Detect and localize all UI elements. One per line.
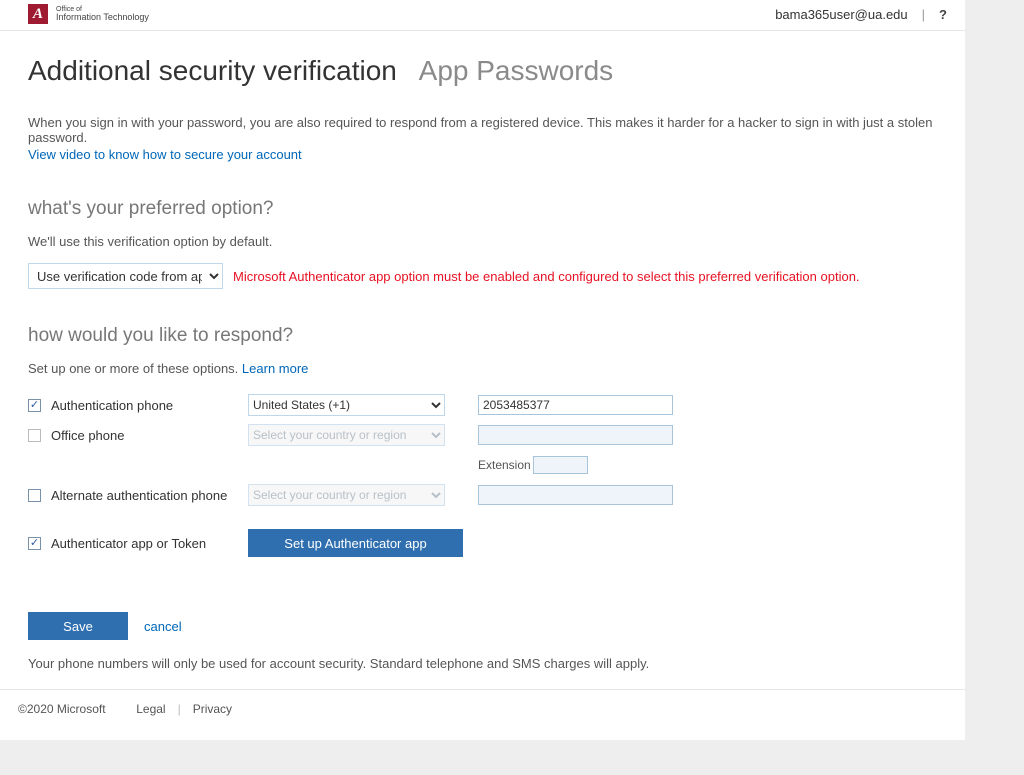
app-token-checkbox[interactable]: ✓ [28,537,41,550]
brand-line2: Information Technology [56,13,149,22]
footer-separator: | [178,702,181,716]
alt-phone-label: Alternate authentication phone [51,488,227,503]
app-token-row: ✓ Authenticator app or Token Set up Auth… [28,528,937,558]
alt-phone-input[interactable] [478,485,673,505]
app-token-check-col: ✓ Authenticator app or Token [28,536,248,551]
alt-phone-check-col: Alternate authentication phone [28,488,248,503]
office-phone-country-col: Select your country or region [248,424,478,446]
auth-phone-country-select[interactable]: United States (+1) [248,394,445,416]
auth-phone-check-col: ✓ Authentication phone [28,398,248,413]
alt-phone-row: Alternate authentication phone Select yo… [28,480,937,510]
respond-desc-prefix: Set up one or more of these options. [28,361,242,376]
title-sub[interactable]: App Passwords [419,55,614,86]
footer: ©2020 Microsoft Legal | Privacy [0,689,965,740]
page-title: Additional security verification App Pas… [28,55,937,87]
preferred-error: Microsoft Authenticator app option must … [233,269,860,284]
footer-copyright: ©2020 Microsoft [18,702,106,716]
preferred-option-select[interactable]: Use verification code from app or token [28,263,223,289]
app-token-btn-col: Set up Authenticator app [248,529,468,557]
auth-phone-label: Authentication phone [51,398,173,413]
save-row: Save cancel [28,612,937,640]
alt-phone-checkbox[interactable] [28,489,41,502]
intro-video-link[interactable]: View video to know how to secure your ac… [28,147,302,162]
office-phone-input [478,425,673,445]
footer-privacy-link[interactable]: Privacy [193,702,232,716]
auth-phone-country-col: United States (+1) [248,394,478,416]
office-phone-row: Office phone Select your country or regi… [28,420,937,450]
extension-row: Extension [28,456,937,474]
footnote: Your phone numbers will only be used for… [28,656,937,671]
extension-input [533,456,588,474]
cancel-link[interactable]: cancel [144,619,182,634]
auth-phone-checkbox[interactable]: ✓ [28,399,41,412]
auth-phone-row: ✓ Authentication phone United States (+1… [28,390,937,420]
alt-phone-country-col: Select your country or region [248,484,478,506]
alt-phone-country-select: Select your country or region [248,484,445,506]
topbar: A Office of Information Technology bama3… [0,0,965,31]
app-token-label: Authenticator app or Token [51,536,206,551]
content: Additional security verification App Pas… [0,31,965,689]
preferred-row: Use verification code from app or token … [28,263,937,289]
preferred-desc: We'll use this verification option by de… [28,234,937,249]
office-phone-check-col: Office phone [28,428,248,443]
topbar-right: bama365user@ua.edu | ? [775,7,947,22]
page-container: A Office of Information Technology bama3… [0,0,965,740]
auth-phone-number-col [478,395,708,415]
setup-authenticator-button[interactable]: Set up Authenticator app [248,529,463,557]
footer-legal-link[interactable]: Legal [136,702,165,716]
respond-desc: Set up one or more of these options. Lea… [28,361,937,376]
office-phone-country-select: Select your country or region [248,424,445,446]
alt-phone-number-col [478,485,708,505]
office-phone-number-col [478,425,708,445]
intro-text: When you sign in with your password, you… [28,115,937,145]
options-grid: ✓ Authentication phone United States (+1… [28,390,937,558]
user-email: bama365user@ua.edu [775,7,907,22]
brand-text: Office of Information Technology [56,6,149,23]
respond-heading: how would you like to respond? [28,325,937,347]
learn-more-link[interactable]: Learn more [242,361,308,376]
brand-logo: A [28,4,48,24]
extension-label: Extension [478,458,531,472]
help-icon[interactable]: ? [939,7,947,22]
preferred-heading: what's your preferred option? [28,198,937,220]
save-button[interactable]: Save [28,612,128,640]
brand: A Office of Information Technology [28,4,149,24]
office-phone-label: Office phone [51,428,124,443]
separator: | [922,7,925,22]
title-main: Additional security verification [28,55,397,86]
auth-phone-input[interactable] [478,395,673,415]
office-phone-checkbox [28,429,41,442]
